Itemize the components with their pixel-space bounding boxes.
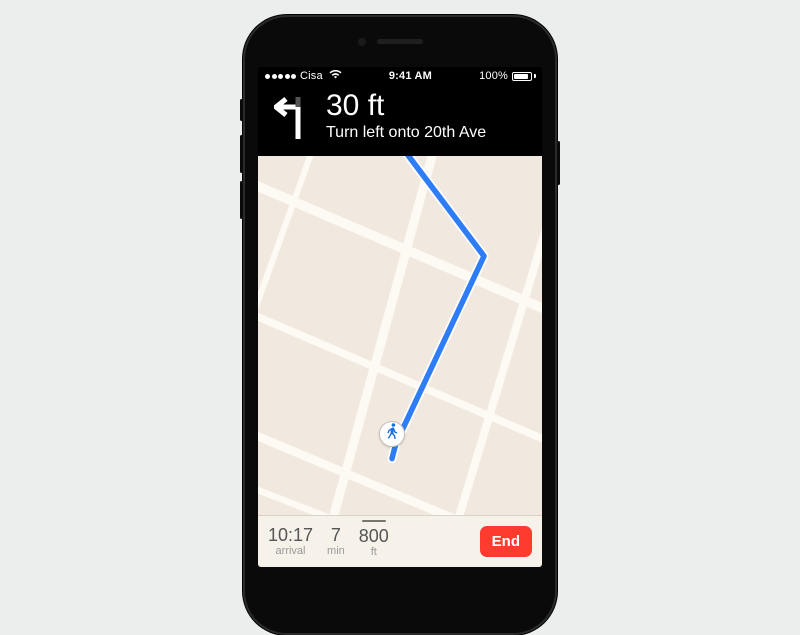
navigation-bottom-bar: 10:17 arrival 7 min 800 ft End (258, 515, 542, 567)
duration-label: min (327, 546, 345, 558)
power-button[interactable] (557, 141, 560, 185)
volume-down-button[interactable] (240, 181, 243, 219)
map-view[interactable] (258, 156, 542, 515)
phone-frame: Cisa 9:41 AM 100% 30 (243, 15, 557, 635)
volume-up-button[interactable] (240, 135, 243, 173)
turn-left-icon (274, 93, 314, 141)
status-bar: Cisa 9:41 AM 100% (258, 67, 542, 85)
mute-switch[interactable] (240, 99, 243, 121)
carrier-label: Cisa (300, 70, 323, 82)
battery-percent: 100% (479, 70, 508, 82)
pedestrian-icon (386, 423, 399, 445)
next-turn-distance: 30 ft (326, 91, 486, 121)
route-path (258, 156, 542, 515)
arrival-time-stat: 10:17 arrival (268, 526, 313, 557)
distance-remaining-stat[interactable]: 800 ft (359, 524, 389, 558)
next-turn-instruction: Turn left onto 20th Ave (326, 124, 486, 142)
battery-icon (512, 72, 536, 81)
distance-remaining-value: 800 (359, 527, 389, 546)
direction-banner[interactable]: 30 ft Turn left onto 20th Ave (258, 85, 542, 156)
end-navigation-button[interactable]: End (480, 526, 532, 557)
distance-remaining-label: ft (359, 547, 389, 559)
clock: 9:41 AM (342, 70, 479, 82)
current-location-marker (379, 421, 405, 447)
screen: Cisa 9:41 AM 100% 30 (258, 67, 542, 567)
wifi-icon (329, 70, 342, 82)
duration-stat: 7 min (327, 526, 345, 557)
duration-value: 7 (327, 526, 345, 545)
arrival-time-label: arrival (268, 546, 313, 558)
signal-strength-icon (265, 74, 296, 79)
arrival-time-value: 10:17 (268, 526, 313, 545)
